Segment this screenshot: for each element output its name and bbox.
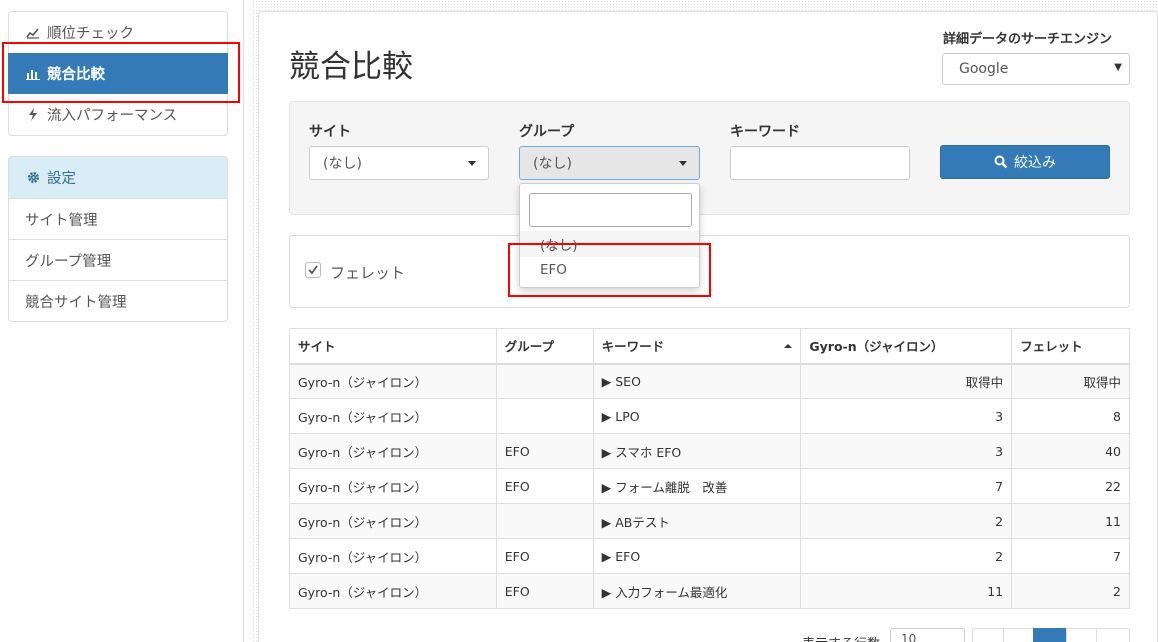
dropdown-arrow-icon: ▼ <box>1114 62 1122 73</box>
chevron-down-icon <box>468 161 476 166</box>
cell-site: Gyro-n（ジャイロン） <box>289 573 497 609</box>
table-header-row: サイト グループ キーワード Gyro-n（ジャイロン） フェレット <box>289 328 1130 365</box>
cell-gyron-rank: 2 <box>800 538 1013 574</box>
cell-keyword[interactable]: ▶ スマホ EFO <box>592 433 802 469</box>
results-table: サイト グループ キーワード Gyro-n（ジャイロン） フェレット Gyro-… <box>289 328 1130 609</box>
rows-per-page-value: 10 <box>901 632 917 642</box>
sidebar-item-label: グループ管理 <box>25 253 112 270</box>
cell-site: Gyro-n（ジャイロン） <box>289 398 497 434</box>
pagination-first[interactable] <box>972 628 1004 642</box>
column-header-gyron[interactable]: Gyro-n（ジャイロン） <box>800 328 1013 365</box>
cell-group: EFO <box>495 538 594 574</box>
search-engine-label: 詳細データのサーチエンジン <box>943 32 1113 47</box>
pagination-last[interactable] <box>1096 628 1130 642</box>
cell-keyword[interactable]: ▶ EFO <box>592 538 802 574</box>
site-filter-select[interactable]: (なし) <box>309 146 489 180</box>
bolt-icon <box>25 108 41 121</box>
rows-per-page-select[interactable]: 10 <box>890 628 965 642</box>
cell-site: Gyro-n（ジャイロン） <box>289 468 497 504</box>
cell-keyword[interactable]: ▶ LPO <box>592 398 802 434</box>
cell-site: Gyro-n（ジャイロン） <box>289 363 497 399</box>
table-row: Gyro-n（ジャイロン） EFO ▶ 入力フォーム最適化 11 2 <box>289 573 1130 609</box>
group-filter-label: グループ <box>519 124 575 140</box>
filter-submit-button[interactable]: 絞込み <box>940 145 1110 179</box>
cell-site: Gyro-n（ジャイロン） <box>289 433 497 469</box>
cell-group <box>495 398 594 434</box>
cell-gyron-rank: 7 <box>800 468 1013 504</box>
cell-keyword[interactable]: ▶ フォーム離脱 改善 <box>592 468 802 504</box>
column-header-keyword[interactable]: キーワード <box>592 328 802 365</box>
table-row: Gyro-n（ジャイロン） ▶ LPO 3 8 <box>289 398 1130 434</box>
cell-keyword[interactable]: ▶ SEO <box>592 363 802 399</box>
highlight-box-nav <box>2 42 240 103</box>
cell-gyron-rank: 3 <box>800 433 1013 469</box>
settings-header-label: 設定 <box>47 171 76 187</box>
pagination-prev[interactable] <box>1003 628 1034 642</box>
site-filter-label: サイト <box>309 124 351 140</box>
site-filter-value: (なし) <box>323 156 362 172</box>
chevron-down-icon <box>679 161 687 166</box>
column-header-site[interactable]: サイト <box>289 328 497 365</box>
pagination-next[interactable] <box>1066 628 1097 642</box>
cell-site: Gyro-n（ジャイロン） <box>289 538 497 574</box>
gear-icon <box>25 171 41 184</box>
sidebar-item-label: サイト管理 <box>25 212 98 229</box>
pagination-current-page[interactable] <box>1033 628 1066 642</box>
highlight-box-dropdown-option <box>508 243 711 297</box>
settings-header[interactable]: 設定 <box>9 157 227 198</box>
line-chart-icon <box>25 27 41 39</box>
rows-per-page-label: 表示する行数 <box>802 633 880 642</box>
table-row: Gyro-n（ジャイロン） EFO ▶ スマホ EFO 3 40 <box>289 433 1130 469</box>
check-icon <box>308 265 318 275</box>
cell-keyword[interactable]: ▶ ABテスト <box>592 503 802 539</box>
page-title: 競合比較 <box>289 49 413 85</box>
cell-ferret-rank: 11 <box>1011 503 1130 539</box>
cell-gyron-rank: 3 <box>800 398 1013 434</box>
cell-ferret-rank: 7 <box>1011 538 1130 574</box>
competitor-checkbox[interactable] <box>305 262 321 278</box>
search-icon <box>994 155 1008 169</box>
cell-group <box>495 503 594 539</box>
cell-site: Gyro-n（ジャイロン） <box>289 503 497 539</box>
sort-ascending-icon <box>784 344 793 348</box>
cell-gyron-rank: 11 <box>800 573 1013 609</box>
sidebar-item-competitor-site-management[interactable]: 競合サイト管理 <box>9 280 227 321</box>
keyword-input[interactable] <box>730 146 910 180</box>
cell-gyron-rank: 2 <box>800 503 1013 539</box>
table-row: Gyro-n（ジャイロン） EFO ▶ EFO 2 7 <box>289 538 1130 574</box>
cell-ferret-rank: 2 <box>1011 573 1130 609</box>
group-dropdown-search-input[interactable] <box>529 193 692 227</box>
search-engine-select[interactable]: Google ▼ <box>942 53 1130 85</box>
cell-ferret-rank: 8 <box>1011 398 1130 434</box>
cell-group <box>495 363 594 399</box>
competitor-checkbox-label: フェレット <box>330 264 406 282</box>
sidebar-item-site-management[interactable]: サイト管理 <box>9 198 227 239</box>
search-engine-value: Google <box>959 61 1009 77</box>
column-header-label: キーワード <box>601 339 665 355</box>
table-row: Gyro-n（ジャイロン） ▶ ABテスト 2 11 <box>289 503 1130 539</box>
sidebar-divider <box>243 0 244 642</box>
sidebar-item-label: 競合サイト管理 <box>25 294 127 311</box>
cell-group: EFO <box>495 433 594 469</box>
nav-item-label: 順位チェック <box>47 26 134 42</box>
cell-ferret-rank: 取得中 <box>1011 363 1130 399</box>
sidebar-item-group-management[interactable]: グループ管理 <box>9 239 227 280</box>
cell-group: EFO <box>495 573 594 609</box>
cell-group: EFO <box>495 468 594 504</box>
table-row: Gyro-n（ジャイロン） ▶ SEO 取得中 取得中 <box>289 363 1130 399</box>
nav-item-label: 流入パフォーマンス <box>47 108 178 124</box>
column-header-ferret[interactable]: フェレット <box>1011 328 1130 365</box>
filter-submit-label: 絞込み <box>1014 155 1056 171</box>
cell-ferret-rank: 22 <box>1011 468 1130 504</box>
table-row: Gyro-n（ジャイロン） EFO ▶ フォーム離脱 改善 7 22 <box>289 468 1130 504</box>
cell-ferret-rank: 40 <box>1011 433 1130 469</box>
cell-keyword[interactable]: ▶ 入力フォーム最適化 <box>592 573 802 609</box>
group-filter-value: (なし) <box>533 156 572 172</box>
keyword-filter-label: キーワード <box>730 124 800 140</box>
group-filter-select[interactable]: (なし) <box>519 146 700 180</box>
cell-gyron-rank: 取得中 <box>800 363 1013 399</box>
settings-nav: 設定 サイト管理 グループ管理 競合サイト管理 <box>8 156 228 322</box>
column-header-group[interactable]: グループ <box>495 328 594 365</box>
